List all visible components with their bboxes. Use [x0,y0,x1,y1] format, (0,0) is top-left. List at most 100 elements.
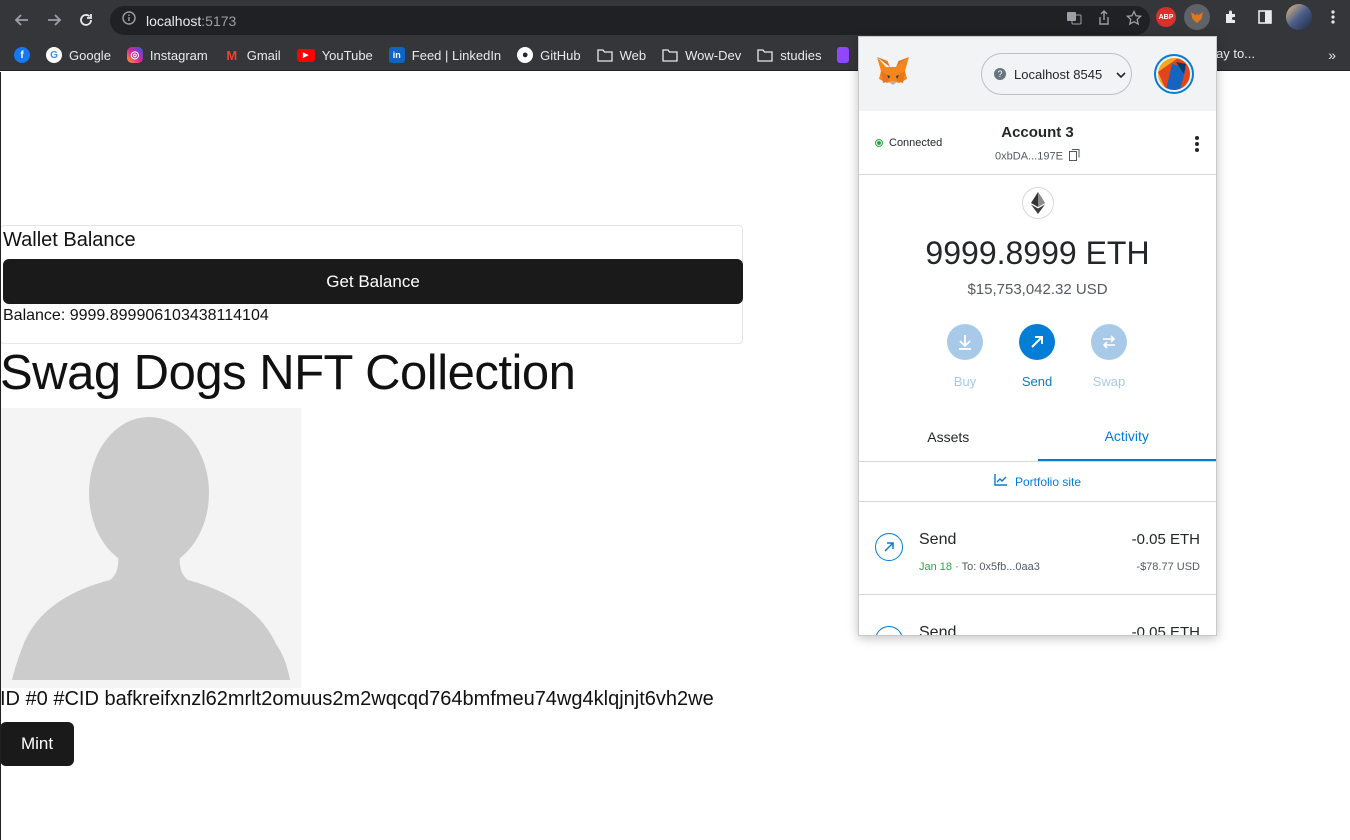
translate-icon[interactable] [1066,10,1082,31]
metamask-fox-logo-icon[interactable] [875,55,911,94]
linkedin-icon: in [388,47,405,63]
more-bookmarks-chevron-icon[interactable]: » [1328,47,1336,63]
bookmark-overflow-text[interactable]: ay to... [1216,46,1255,61]
bookmark-google[interactable]: G Google [46,47,111,63]
download-arrow-icon [947,324,983,360]
jazzicon-icon [1158,58,1190,90]
person-silhouette-icon [0,408,301,688]
buy-label: Buy [953,374,977,389]
bookmark-github[interactable]: ● GitHub [517,47,581,63]
balance-text: Balance: 9999.899906103438114104 [3,307,269,324]
account-options-kebab-icon[interactable] [1191,135,1203,153]
twitch-icon [837,47,850,63]
metamask-popup: ? Localhost 8545 Connected Account 3 0xb… [858,36,1217,636]
account-name[interactable]: Account 3 [859,124,1216,141]
bookmark-facebook[interactable]: f [14,47,30,63]
buy-button[interactable]: Buy [947,324,983,389]
ethereum-icon [1022,187,1054,219]
transaction-title: Send [919,624,957,636]
account-avatar[interactable] [1154,54,1194,94]
bookmark-label: Wow-Dev [685,47,742,63]
swap-arrows-icon [1091,324,1127,360]
tab-activity[interactable]: Activity [1037,412,1216,461]
bookmark-folder-wow-dev[interactable]: Wow-Dev [662,47,741,63]
portfolio-label: Portfolio site [1014,474,1082,489]
usd-balance: $15,753,042.32 USD [967,281,1108,298]
forward-icon[interactable] [38,4,70,36]
bookmark-folder-studies[interactable]: studies [757,47,821,63]
collection-title: Swag Dogs NFT Collection [0,346,576,400]
folder-icon [662,47,678,63]
address-bar[interactable]: localhost:5173 [110,6,1150,35]
github-icon: ● [517,47,534,63]
transaction-amount: -0.05 ETH [1131,624,1200,636]
tab-assets[interactable]: Assets [859,412,1038,461]
bookmark-label: GitHub [540,47,581,63]
gmail-icon: M [226,47,238,63]
metamask-tabs: Assets Activity [859,412,1216,462]
metamask-extension-icon[interactable] [1184,4,1210,30]
copy-icon[interactable] [1068,149,1080,164]
bookmark-star-icon[interactable] [1125,9,1143,31]
account-bar: Connected Account 3 0xbDA...197E [859,111,1216,175]
send-arrow-icon [875,626,903,635]
browser-menu-icon[interactable] [1320,4,1346,30]
account-address-row[interactable]: 0xbDA...197E [859,149,1216,164]
back-icon[interactable] [6,4,38,36]
bookmark-label: Google [69,47,111,63]
transaction-title: Send [919,531,957,548]
google-icon: G [46,47,62,63]
network-question-icon: ? [994,68,1006,80]
wallet-balance-card: Wallet Balance Get Balance Balance: 9999… [0,225,743,344]
transaction-fiat: -$78.77 USD [1136,561,1200,573]
transaction-item[interactable]: Send -0.05 ETH [859,596,1216,636]
adblock-icon[interactable]: ABP [1156,7,1176,27]
facebook-icon: f [14,47,30,63]
wallet-balance-title: Wallet Balance [3,229,136,251]
get-balance-button[interactable]: Get Balance [3,259,743,304]
bookmark-linkedin[interactable]: in Feed | LinkedIn [388,47,502,63]
mint-button[interactable]: Mint [0,722,74,766]
metamask-header: ? Localhost 8545 [859,37,1216,111]
send-arrow-icon [875,533,903,561]
page-left-border [0,72,1,840]
extensions-puzzle-icon[interactable] [1218,4,1244,30]
bookmark-label: Gmail [246,47,281,63]
bookmark-label: YouTube [321,47,373,63]
bookmark-folder-web[interactable]: Web [596,47,646,63]
transaction-date: Jan 18 [919,561,953,573]
profile-avatar-icon[interactable] [1286,4,1312,30]
bookmark-label: Feed | LinkedIn [411,47,502,63]
bookmark-twitch[interactable] [837,47,850,63]
transaction-item[interactable]: Send Jan 18 · To: 0x5fb...0aa3 -0.05 ETH… [859,503,1216,595]
nft-id-cid-text: ID #0 #CID bafkreifxnzl62mrlt2omuus2m2wq… [0,688,714,710]
bookmark-gmail[interactable]: M Gmail [224,47,281,63]
network-name: Localhost 8545 [1014,66,1103,82]
chevron-down-icon [1116,67,1126,82]
bookmark-label: Instagram [149,47,208,63]
bookmark-label: studies [780,47,822,63]
send-label: Send [1021,374,1053,389]
folder-icon [596,47,613,63]
nft-placeholder-image [0,408,301,688]
send-arrow-icon [1019,324,1055,360]
url-text: localhost:5173 [146,13,236,29]
bookmark-instagram[interactable]: ◎ Instagram [126,47,208,63]
transaction-amount: -0.05 ETH [1131,531,1200,548]
url-port: :5173 [201,12,237,29]
site-info-icon[interactable] [122,11,136,30]
transaction-subtitle: Jan 18 · To: 0x5fb...0aa3 [919,561,1040,573]
swap-button[interactable]: Swap [1091,324,1127,389]
share-icon[interactable] [1096,10,1112,31]
url-host: localhost [146,12,202,29]
network-selector[interactable]: ? Localhost 8545 [981,53,1132,95]
send-button[interactable]: Send [1019,324,1055,389]
chart-line-icon [994,474,1007,489]
browser-toolbar: localhost:5173 ABP [0,0,1350,40]
portfolio-site-link[interactable]: Portfolio site [859,462,1216,502]
reload-icon[interactable] [70,4,102,36]
swap-label: Swap [1092,374,1126,389]
bookmark-youtube[interactable]: ▶ YouTube [296,47,373,63]
folder-icon [757,47,773,63]
side-panel-icon[interactable] [1252,4,1278,30]
